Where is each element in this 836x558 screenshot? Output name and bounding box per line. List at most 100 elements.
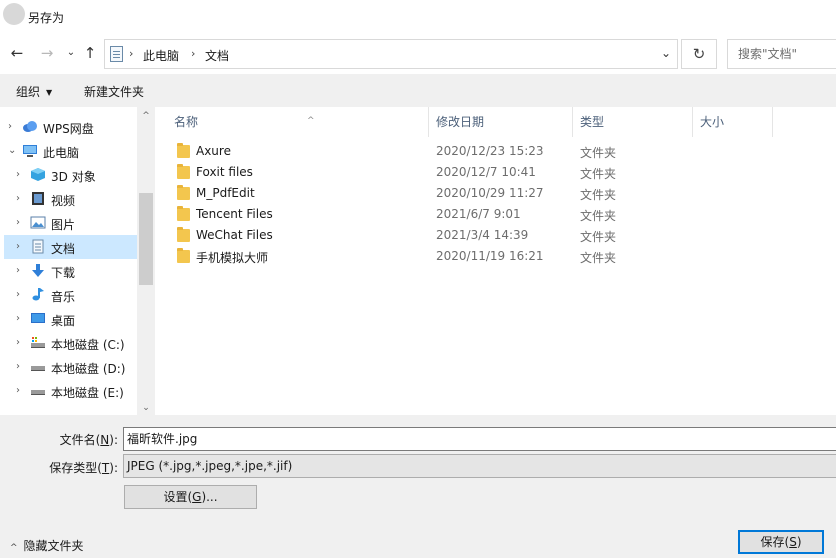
file-name: WeChat Files (196, 228, 273, 242)
file-type: 文件夹 (580, 251, 617, 265)
nav-item-label: 本地磁盘 (C:) (51, 338, 125, 352)
app-icon (3, 3, 25, 25)
column-header-size[interactable]: 大小 (693, 107, 773, 137)
file-list: 名称 ^ 修改日期 类型 大小 Axure 2020/12/23 15:23 文件夹… (155, 107, 836, 415)
recent-locations-chevron-icon[interactable]: ⌄ (61, 43, 81, 63)
settings-button[interactable]: 设置(G)... (124, 485, 257, 509)
nav-item-label: 视频 (51, 194, 76, 208)
column-header-type[interactable]: 类型 (573, 107, 693, 137)
nav-item[interactable]: › 本地磁盘 (D:) (4, 355, 137, 379)
nav-item[interactable]: › 本地磁盘 (C:) (4, 331, 137, 355)
folder-icon (177, 248, 190, 263)
chevron-down-icon[interactable]: ⌄ (661, 46, 671, 60)
search-input[interactable]: 搜索"文档" (727, 39, 836, 69)
nav-item[interactable]: › WPS网盘 (4, 115, 137, 139)
collapsed-chevron-icon[interactable]: › (16, 337, 20, 348)
save-button[interactable]: 保存(S) (738, 530, 824, 554)
file-type: 文件夹 (580, 146, 617, 160)
folder-icon (177, 206, 190, 221)
filetype-select[interactable]: JPEG (*.jpg,*.jpeg,*.jpe,*.jif) (123, 454, 836, 478)
nav-item[interactable]: ⌄ 此电脑 (4, 139, 137, 163)
folder-icon (177, 143, 190, 158)
chevron-up-icon: ^ (10, 543, 18, 553)
collapsed-chevron-icon[interactable]: › (16, 241, 20, 252)
pictures-icon (30, 215, 46, 230)
file-name: M_PdfEdit (196, 186, 255, 200)
collapsed-chevron-icon[interactable]: › (16, 385, 20, 396)
navigation-pane: › WPS网盘 ⌄ 此电脑 › 3D 对象 › 视频 › 图片 › 文档 › 下载 › 音乐 › 桌面 › 本地磁盘 … (0, 107, 155, 415)
file-name: Axure (196, 144, 231, 158)
nav-item-label: WPS网盘 (43, 122, 94, 136)
refresh-icon: ↻ (692, 45, 706, 63)
scrollbar-thumb[interactable] (139, 193, 153, 285)
nav-item[interactable]: › 图片 (4, 211, 137, 235)
collapsed-chevron-icon[interactable]: › (16, 217, 20, 228)
new-folder-button[interactable]: 新建文件夹 (84, 83, 144, 100)
breadcrumb-separator[interactable]: › (129, 47, 133, 60)
nav-item[interactable]: › 下载 (4, 259, 137, 283)
collapsed-chevron-icon[interactable]: › (16, 169, 20, 180)
refresh-button[interactable]: ↻ (681, 39, 717, 69)
nav-item[interactable]: › 3D 对象 (4, 163, 137, 187)
organize-menu-button[interactable]: 组织 ▼ (16, 83, 52, 100)
folder-icon (177, 227, 190, 242)
file-name: Foxit files (196, 165, 253, 179)
file-row[interactable]: Tencent Files 2021/6/7 9:01 文件夹 (167, 204, 787, 225)
nav-item[interactable]: › 桌面 (4, 307, 137, 331)
file-row[interactable]: M_PdfEdit 2020/10/29 11:27 文件夹 (167, 183, 787, 204)
collapsed-chevron-icon[interactable]: › (16, 265, 20, 276)
nav-item-label: 桌面 (51, 314, 76, 328)
nav-item-label: 图片 (51, 218, 76, 232)
collapsed-chevron-icon[interactable]: › (16, 361, 20, 372)
file-type: 文件夹 (580, 230, 617, 244)
nav-item[interactable]: › 音乐 (4, 283, 137, 307)
file-type: 文件夹 (580, 167, 617, 181)
file-modified: 2021/6/7 9:01 (436, 207, 521, 221)
forward-arrow-icon[interactable]: → (37, 43, 57, 63)
file-row[interactable]: Foxit files 2020/12/7 10:41 文件夹 (167, 162, 787, 183)
collapsed-chevron-icon[interactable]: › (8, 121, 12, 132)
documents-icon (30, 239, 46, 254)
scroll-up-icon[interactable]: ^ (137, 111, 155, 121)
breadcrumb-documents[interactable]: 文档 (205, 47, 229, 64)
window-title: 另存为 (28, 11, 65, 25)
nav-item-label: 下载 (51, 266, 76, 280)
nav-item-label: 此电脑 (43, 146, 80, 160)
caret-down-icon: ▼ (46, 88, 53, 97)
file-row[interactable]: WeChat Files 2021/3/4 14:39 文件夹 (167, 225, 787, 246)
filename-input[interactable]: 福昕软件.jpg (123, 427, 836, 451)
collapsed-chevron-icon[interactable]: › (16, 193, 20, 204)
3d-objects-icon (30, 167, 46, 182)
address-bar[interactable]: › 此电脑 › 文档 ⌄ (104, 39, 678, 69)
nav-item[interactable]: › 视频 (4, 187, 137, 211)
filename-label: 文件名(N): (59, 433, 118, 447)
nav-item[interactable]: › 文档 (4, 235, 137, 259)
file-type: 文件夹 (580, 188, 617, 202)
nav-item-label: 本地磁盘 (D:) (51, 362, 126, 376)
expanded-chevron-icon[interactable]: ⌄ (8, 145, 16, 156)
breadcrumb-this-pc[interactable]: 此电脑 (143, 47, 179, 64)
file-name: Tencent Files (196, 207, 273, 221)
file-row[interactable]: 手机模拟大师 2020/11/19 16:21 文件夹 (167, 246, 787, 267)
navigation-scrollbar[interactable]: ^ ⌄ (137, 107, 155, 415)
breadcrumb-separator[interactable]: › (191, 47, 195, 60)
collapsed-chevron-icon[interactable]: › (16, 289, 20, 300)
file-type: 文件夹 (580, 209, 617, 223)
music-icon (30, 287, 46, 302)
column-header-name[interactable]: 名称 ^ (167, 107, 429, 137)
column-header-modified[interactable]: 修改日期 (429, 107, 573, 137)
file-modified: 2020/10/29 11:27 (436, 186, 544, 200)
file-row[interactable]: Axure 2020/12/23 15:23 文件夹 (167, 141, 787, 162)
file-modified: 2020/12/7 10:41 (436, 165, 536, 179)
scroll-down-icon[interactable]: ⌄ (137, 403, 155, 413)
back-arrow-icon[interactable]: ← (7, 43, 27, 63)
hide-folders-toggle[interactable]: ^ 隐藏文件夹 (10, 537, 84, 554)
up-arrow-icon[interactable]: ↑ (80, 43, 100, 63)
nav-item[interactable]: › 本地磁盘 (E:) (4, 379, 137, 403)
collapsed-chevron-icon[interactable]: › (16, 313, 20, 324)
nav-item-label: 3D 对象 (51, 170, 96, 184)
file-modified: 2020/11/19 16:21 (436, 249, 544, 263)
desktop-icon (30, 311, 46, 326)
nav-item-label: 音乐 (51, 290, 76, 304)
computer-icon (22, 143, 38, 158)
